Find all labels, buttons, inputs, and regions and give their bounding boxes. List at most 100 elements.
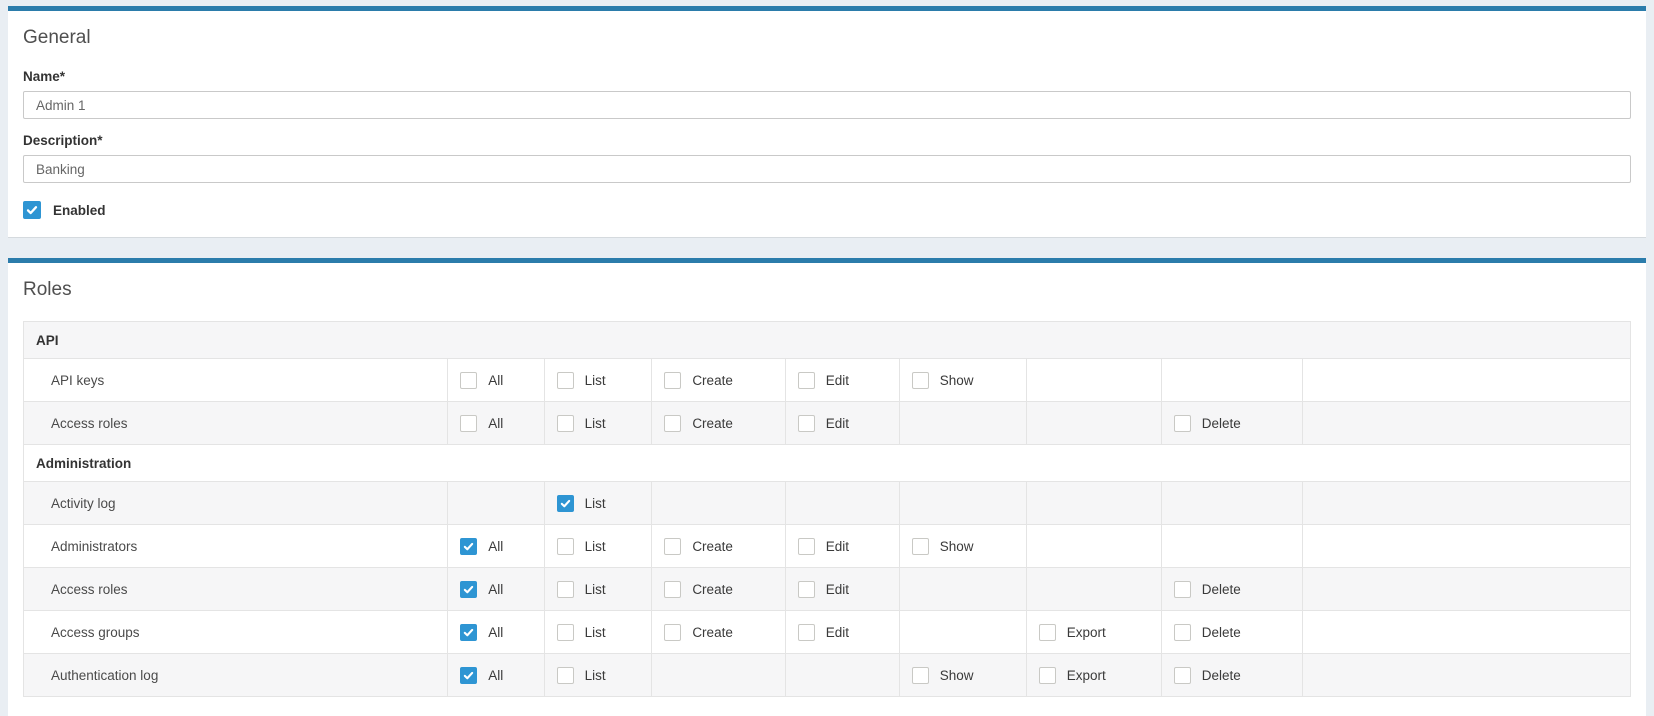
empty-permission-cell	[1026, 359, 1161, 402]
permission-cell: Edit	[785, 525, 899, 568]
permission-cell: Create	[652, 402, 785, 445]
checkbox-show[interactable]	[912, 667, 929, 684]
checkbox-label: List	[585, 416, 606, 431]
checkbox-list[interactable]	[557, 667, 574, 684]
permission-cell: All	[448, 611, 544, 654]
empty-permission-cell	[785, 654, 899, 697]
checkbox-label: All	[488, 582, 503, 597]
checkbox-edit[interactable]	[798, 372, 815, 389]
checkbox-create[interactable]	[664, 581, 681, 598]
checkbox-list[interactable]	[557, 372, 574, 389]
permission-row: Access rolesAllListCreateEditDelete	[24, 402, 1631, 445]
checkbox-label: Delete	[1202, 625, 1241, 640]
empty-permission-cell	[899, 568, 1026, 611]
checkbox-delete[interactable]	[1174, 624, 1191, 641]
checkbox-delete[interactable]	[1174, 667, 1191, 684]
checkbox-edit[interactable]	[798, 415, 815, 432]
permissions-tbody: APIAPI keysAllListCreateEditShowAccess r…	[24, 322, 1631, 697]
empty-permission-cell	[1161, 359, 1302, 402]
checkbox-create[interactable]	[664, 415, 681, 432]
row-label: Administrators	[24, 525, 448, 568]
permission-row: Access rolesAllListCreateEditDelete	[24, 568, 1631, 611]
checkbox-label: Edit	[826, 539, 849, 554]
checkbox-delete[interactable]	[1174, 415, 1191, 432]
empty-permission-cell	[448, 482, 544, 525]
row-label: Access roles	[24, 568, 448, 611]
empty-permission-cell	[899, 611, 1026, 654]
checkbox-all[interactable]	[460, 581, 477, 598]
permission-row: API keysAllListCreateEditShow	[24, 359, 1631, 402]
checkbox-create[interactable]	[664, 372, 681, 389]
permission-cell: Export	[1026, 654, 1161, 697]
empty-permission-cell	[1161, 525, 1302, 568]
checkbox-list[interactable]	[557, 581, 574, 598]
checkbox-label: Delete	[1202, 668, 1241, 683]
general-section-title: General	[23, 27, 1631, 49]
checkbox-list[interactable]	[557, 538, 574, 555]
permission-cell: List	[544, 654, 652, 697]
checkbox-show[interactable]	[912, 538, 929, 555]
checkbox-label: Edit	[826, 582, 849, 597]
permission-cell: Create	[652, 359, 785, 402]
checkbox-edit[interactable]	[798, 624, 815, 641]
checkbox-all[interactable]	[460, 624, 477, 641]
empty-permission-cell	[1026, 525, 1161, 568]
permission-cell: All	[448, 525, 544, 568]
permission-cell: List	[544, 568, 652, 611]
checkbox-all[interactable]	[460, 372, 477, 389]
roles-section-title: Roles	[23, 279, 1631, 301]
permission-cell: Create	[652, 525, 785, 568]
trailing-empty-cell	[1303, 654, 1631, 697]
checkbox-show[interactable]	[912, 372, 929, 389]
permission-cell: List	[544, 525, 652, 568]
permission-cell: Edit	[785, 611, 899, 654]
checkbox-all[interactable]	[460, 415, 477, 432]
trailing-empty-cell	[1303, 611, 1631, 654]
check-icon	[463, 627, 474, 638]
trailing-empty-cell	[1303, 482, 1631, 525]
checkbox-label: Delete	[1202, 416, 1241, 431]
permission-cell: Edit	[785, 568, 899, 611]
trailing-empty-cell	[1303, 568, 1631, 611]
checkbox-edit[interactable]	[798, 581, 815, 598]
checkbox-label: Edit	[826, 373, 849, 388]
description-input[interactable]	[23, 155, 1631, 183]
checkbox-export[interactable]	[1039, 667, 1056, 684]
checkbox-create[interactable]	[664, 624, 681, 641]
checkbox-all[interactable]	[460, 667, 477, 684]
check-icon	[463, 584, 474, 595]
checkbox-edit[interactable]	[798, 538, 815, 555]
permission-cell: Delete	[1161, 402, 1302, 445]
permission-cell: Show	[899, 654, 1026, 697]
checkbox-delete[interactable]	[1174, 581, 1191, 598]
checkbox-list[interactable]	[557, 415, 574, 432]
checkbox-label: All	[488, 668, 503, 683]
permission-cell: List	[544, 482, 652, 525]
row-label: Authentication log	[24, 654, 448, 697]
checkbox-label: Show	[940, 668, 974, 683]
description-label: Description*	[23, 133, 1631, 148]
name-label: Name*	[23, 69, 1631, 84]
checkbox-label: Create	[692, 416, 733, 431]
checkbox-list[interactable]	[557, 624, 574, 641]
section-roles: Roles APIAPI keysAllListCreateEditShowAc…	[8, 258, 1646, 716]
trailing-empty-cell	[1303, 402, 1631, 445]
enabled-checkbox[interactable]	[23, 201, 41, 219]
empty-permission-cell	[1026, 568, 1161, 611]
permission-cell: List	[544, 359, 652, 402]
checkbox-label: Export	[1067, 668, 1106, 683]
permission-cell: List	[544, 611, 652, 654]
checkbox-label: Edit	[826, 625, 849, 640]
checkbox-list[interactable]	[557, 495, 574, 512]
checkbox-label: List	[585, 373, 606, 388]
empty-permission-cell	[1161, 482, 1302, 525]
name-input[interactable]	[23, 91, 1631, 119]
enabled-row: Enabled	[23, 201, 1631, 219]
checkbox-all[interactable]	[460, 538, 477, 555]
permission-cell: Show	[899, 359, 1026, 402]
checkbox-label: Edit	[826, 416, 849, 431]
group-label: API	[24, 322, 1631, 359]
checkbox-export[interactable]	[1039, 624, 1056, 641]
checkbox-create[interactable]	[664, 538, 681, 555]
empty-permission-cell	[899, 482, 1026, 525]
